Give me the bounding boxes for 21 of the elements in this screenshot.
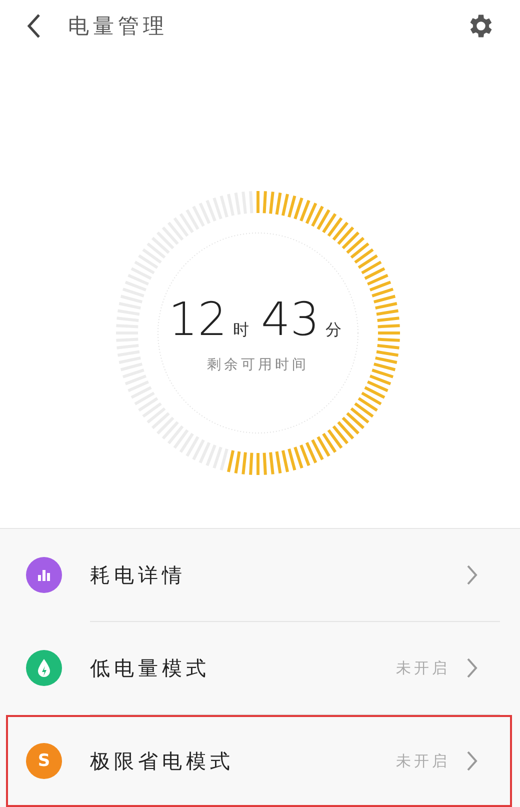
hours-unit: 时 bbox=[233, 320, 249, 341]
row-status: 未开启 bbox=[396, 752, 450, 770]
row-label: 极限省电模式 bbox=[90, 748, 235, 774]
remaining-time-caption: 剩余可用时间 bbox=[207, 356, 309, 374]
chevron-icon bbox=[466, 657, 478, 679]
icon-letter: S bbox=[38, 751, 50, 771]
minutes-unit: 分 bbox=[326, 320, 342, 341]
row-status: 未开启 bbox=[396, 658, 450, 678]
row-label: 低电量模式 bbox=[90, 654, 211, 682]
list-row[interactable]: 耗电详情 bbox=[6, 529, 512, 621]
highlighted-list-row[interactable]: S 极限省电模式 未开启 bbox=[6, 715, 512, 807]
row-label: 耗电详情 bbox=[90, 562, 187, 588]
back-button[interactable] bbox=[26, 13, 42, 40]
drop-icon bbox=[26, 650, 62, 686]
page-title: 电量管理 bbox=[68, 13, 169, 40]
chevron-icon bbox=[466, 564, 478, 586]
chevron-icon bbox=[466, 750, 478, 772]
minutes-value: 43 bbox=[261, 292, 320, 346]
chart-icon bbox=[26, 557, 62, 593]
list-row[interactable]: 低电量模式 未开启 bbox=[6, 622, 512, 714]
hours-value: 12 bbox=[168, 292, 227, 346]
